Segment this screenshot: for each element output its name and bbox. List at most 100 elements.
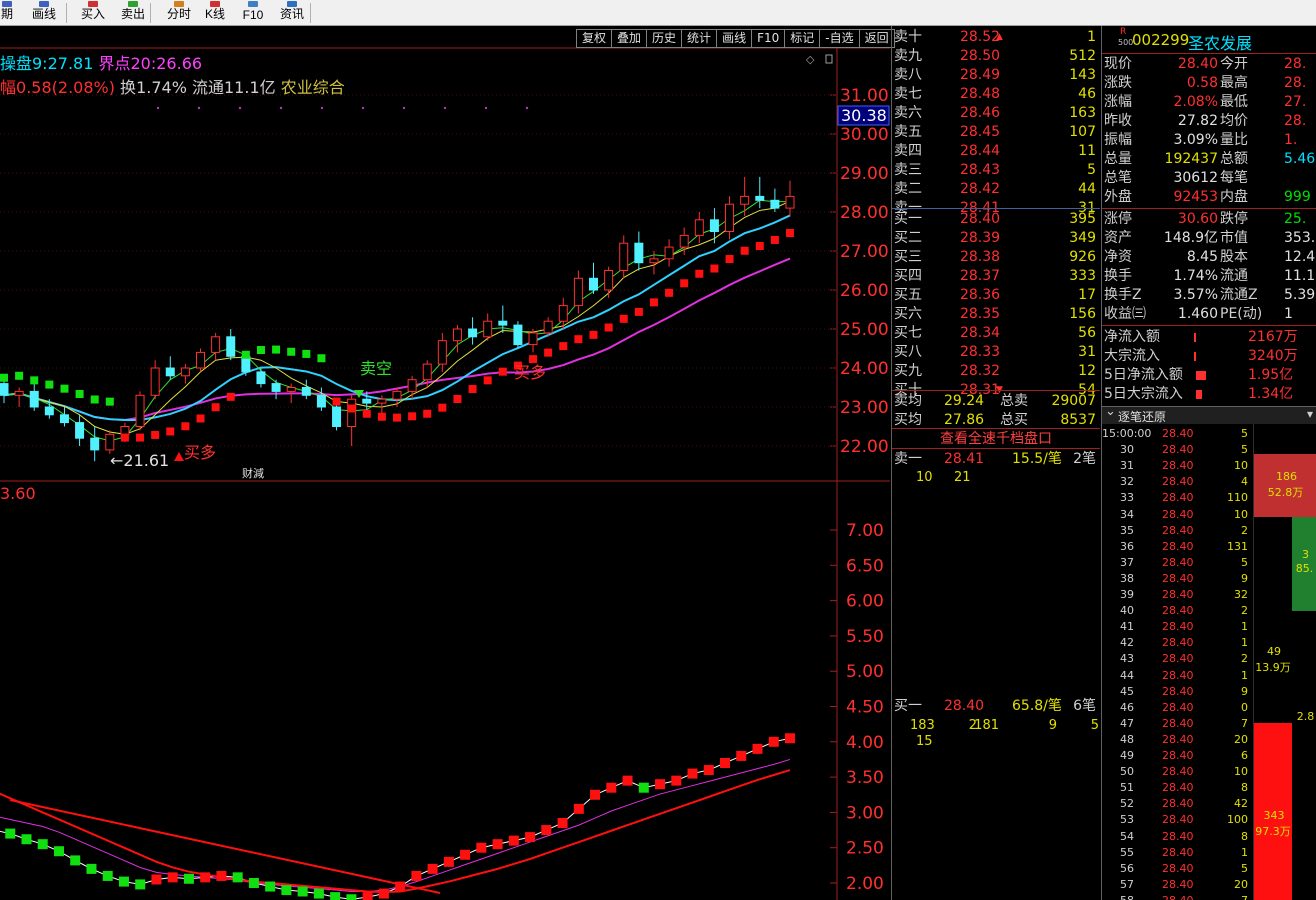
lower-indicator-value: 3.60: [0, 484, 36, 503]
lower-block-red: [167, 872, 178, 883]
trend-square-red: [544, 348, 553, 357]
ob-volume: 1: [1087, 29, 1096, 45]
tick-block-amount: 13.9万: [1255, 661, 1291, 674]
lower-block-red: [476, 842, 487, 853]
lower-block-red: [200, 872, 211, 883]
chart-tab-4[interactable]: 画线: [716, 29, 752, 48]
signal-dot: [197, 106, 201, 110]
lower-block-red: [411, 870, 422, 881]
ob-price: 28.42: [959, 181, 1001, 197]
lower-block-green: [297, 886, 308, 897]
tick-row: 34 28.40 10: [1102, 507, 1252, 523]
tick-price: 28.40: [1162, 861, 1194, 875]
quote-row-5: 总量 192437 总额 5.46: [1102, 150, 1316, 169]
tick-row: 46 28.40 0: [1102, 700, 1252, 716]
full-depth-link[interactable]: 查看全速千档盘口: [892, 428, 1100, 449]
quote-value: 3.09%: [1173, 132, 1218, 148]
ask-level-3[interactable]: 卖七 28.48 46: [892, 85, 1100, 104]
tick-time: 54: [1120, 829, 1134, 843]
bid-level-4[interactable]: 买五 28.36 17: [892, 286, 1100, 305]
quote-value: 2.08%: [1173, 94, 1218, 110]
bid-level-6[interactable]: 买七 28.34 56: [892, 324, 1100, 343]
quote-label: 资产: [1104, 230, 1132, 246]
ob-volume: 156: [1069, 306, 1096, 322]
tick-time: 50: [1120, 765, 1134, 779]
quote-value: 28.40: [1177, 56, 1218, 72]
candle-body: [422, 363, 432, 381]
chart-tab-1[interactable]: 叠加: [611, 29, 647, 48]
tick-time: 52: [1120, 797, 1134, 811]
flow-label: 净流入额: [1104, 329, 1160, 345]
ask-level-5[interactable]: 卖五 28.45 107: [892, 123, 1100, 142]
trend-square-green: [302, 349, 311, 358]
ob-price: 28.34: [959, 325, 1001, 341]
trend-square-red: [634, 307, 643, 316]
flow-bar: [1196, 390, 1202, 399]
ask-level-6[interactable]: 卖四 28.44 11: [892, 142, 1100, 161]
lower-block-green: [330, 892, 341, 900]
candle-body: [452, 328, 462, 342]
ask-level-2[interactable]: 卖八 28.49 143: [892, 66, 1100, 85]
quote-label: 现价: [1104, 56, 1132, 72]
bid-level-5[interactable]: 买六 28.35 156: [892, 305, 1100, 324]
ask-level-8[interactable]: 卖二 28.42 44: [892, 180, 1100, 199]
ob-level-label: 卖九: [894, 48, 922, 64]
tick-row: 55 28.40 1: [1102, 845, 1252, 861]
lower-block-red: [362, 892, 373, 900]
lower-block-red: [525, 832, 536, 843]
collapse-icon[interactable]: ⌄: [1105, 404, 1116, 419]
tick-volume: 1: [1241, 845, 1248, 859]
chart-tab-5[interactable]: F10: [751, 29, 785, 48]
chart-tab-7[interactable]: -自选: [819, 29, 859, 48]
trend-square-red: [559, 342, 568, 351]
ob-level-label: 买五: [894, 287, 922, 303]
lower-block-green: [135, 879, 146, 890]
bid-level-0[interactable]: 买一 28.40 395: [892, 210, 1100, 229]
quote-label-2: 每笔: [1220, 170, 1248, 186]
tick-header[interactable]: ⌄ 逐笔还原 ▾: [1102, 404, 1316, 424]
lower-block-red: [785, 733, 795, 744]
tick-row: 48 28.40 20: [1102, 732, 1252, 748]
trend-square-red: [438, 403, 447, 412]
flow-value: 1.95亿: [1248, 367, 1294, 383]
tick-row: 30 28.40 5: [1102, 442, 1252, 458]
tick-price: 28.40: [1162, 604, 1194, 618]
bid-level-2[interactable]: 买三 28.38 926: [892, 248, 1100, 267]
candle-body: [770, 199, 780, 209]
filter-icon[interactable]: ▾: [1307, 407, 1313, 421]
kline-chart[interactable]: 31.00 30.00 29.00 28.00 27.00 26.00 25.00 24.00…: [0, 0, 890, 900]
caopan-label: 操盘9:: [0, 54, 48, 73]
bid-level-7[interactable]: 买八 28.33 31: [892, 343, 1100, 362]
ask-level-7[interactable]: 卖三 28.43 5: [892, 161, 1100, 180]
trend-square-green: [287, 347, 296, 356]
flow-value: 1.34亿: [1248, 386, 1294, 402]
candle-body: [226, 336, 236, 357]
tick-time: 47: [1120, 716, 1134, 730]
chart-tab-2[interactable]: 历史: [646, 29, 682, 48]
ask-level-0[interactable]: 卖十 28.52 1 ▲: [892, 28, 1100, 47]
ask-level-1[interactable]: 卖九 28.50 512: [892, 47, 1100, 66]
tick-row: 51 28.40 8: [1102, 780, 1252, 796]
bid-level-8[interactable]: 买九 28.32 12: [892, 362, 1100, 381]
signal-dot: [443, 106, 447, 110]
candle-body: [679, 234, 689, 248]
change-prefix: 幅: [0, 78, 17, 97]
chart-tab-0[interactable]: 复权: [576, 29, 612, 48]
tick-row: 15:00:00 28.40 5: [1102, 426, 1252, 442]
chart-tab-6[interactable]: 标记: [784, 29, 820, 48]
bid1-detail-row: 买一 28.40 65.8/笔 6笔: [892, 697, 1100, 716]
candle-body: [619, 242, 629, 271]
ask-level-4[interactable]: 卖六 28.46 163: [892, 104, 1100, 123]
tick-price: 28.40: [1162, 539, 1194, 553]
ask1-detail-avg: 15.5/笔: [1012, 451, 1062, 467]
bid-level-3[interactable]: 买四 28.37 333: [892, 267, 1100, 286]
bid-level-1[interactable]: 买二 28.39 349: [892, 229, 1100, 248]
trend-square-red: [151, 430, 160, 439]
candle-body: [90, 437, 100, 451]
chart-tab-8[interactable]: 返回: [858, 29, 895, 48]
ob-level-label: 买七: [894, 325, 922, 341]
chart-tab-3[interactable]: 统计: [681, 29, 717, 48]
ob-level-label: 买四: [894, 268, 922, 284]
candle-body: [573, 277, 583, 307]
tick-volume: 2: [1241, 652, 1248, 666]
